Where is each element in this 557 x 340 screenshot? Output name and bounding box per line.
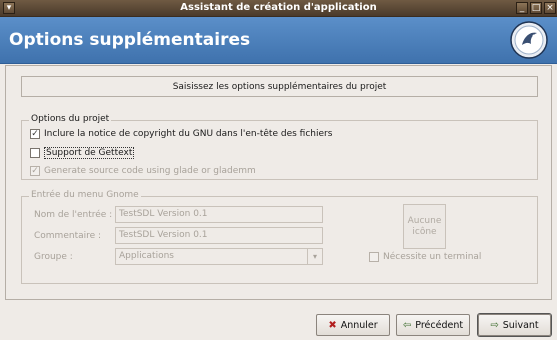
banner: Options supplémentaires <box>0 17 557 64</box>
comment-label: Commentaire : <box>34 231 102 241</box>
previous-label: Précédent <box>415 319 464 331</box>
page-title: Options supplémentaires <box>9 30 251 50</box>
next-button[interactable]: ⇨ Suivant <box>478 314 551 336</box>
cancel-button[interactable]: ✖ Annuler <box>316 314 390 336</box>
close-icon[interactable]: × <box>544 2 556 14</box>
gettext-checkbox[interactable] <box>30 148 40 158</box>
glade-checkbox-row[interactable]: ✓ Generate source code using glade or gl… <box>30 166 256 176</box>
minimize-icon[interactable]: _ <box>516 2 528 14</box>
chevron-down-icon: ▾ <box>307 249 322 264</box>
copyright-checkbox-row[interactable]: ✓ Inclure la notice de copyright du GNU … <box>30 129 332 139</box>
info-text: Saisissez les options supplémentaires du… <box>172 82 387 92</box>
next-label: Suivant <box>502 319 539 331</box>
info-box: Saisissez les options supplémentaires du… <box>21 76 538 97</box>
terminal-label: Nécessite un terminal <box>383 252 482 262</box>
entry-name-label: Nom de l'entrée : <box>34 210 113 220</box>
entry-name-value: TestSDL Version 0.1 <box>119 209 208 219</box>
arrow-right-icon: ⇨ <box>490 319 499 331</box>
comment-value: TestSDL Version 0.1 <box>119 230 208 240</box>
window-title: Assistant de création d'application <box>180 2 377 13</box>
copyright-label: Inclure la notice de copyright du GNU da… <box>44 129 333 139</box>
content-panel: Saisissez les options supplémentaires du… <box>5 65 552 300</box>
window-titlebar[interactable]: ▾ Assistant de création d'application _ … <box>0 0 557 17</box>
icon-button-label: Aucune icône <box>407 216 442 237</box>
group-value: Applications <box>119 251 174 261</box>
icon-button[interactable]: Aucune icône <box>403 204 446 249</box>
arrow-left-icon: ⇦ <box>402 319 412 331</box>
gettext-label: Support de Gettext <box>44 147 135 159</box>
glade-checkbox[interactable]: ✓ <box>30 166 40 176</box>
project-options-label: Options du projet <box>29 114 112 124</box>
gnome-menu-label: Entrée du menu Gnome <box>29 190 141 200</box>
glade-label: Generate source code using glade or glad… <box>44 166 256 176</box>
cancel-label: Annuler <box>340 319 378 331</box>
terminal-checkbox[interactable] <box>369 252 379 262</box>
copyright-checkbox[interactable]: ✓ <box>30 129 40 139</box>
gettext-checkbox-row[interactable]: Support de Gettext <box>30 147 135 159</box>
entry-name-input[interactable]: TestSDL Version 0.1 <box>115 206 323 223</box>
gnome-logo-icon <box>510 21 548 59</box>
group-label: Groupe : <box>34 252 73 262</box>
maximize-icon[interactable]: □ <box>530 2 542 14</box>
comment-input[interactable]: TestSDL Version 0.1 <box>115 227 323 244</box>
terminal-checkbox-row[interactable]: Nécessite un terminal <box>369 252 481 262</box>
cancel-icon: ✖ <box>328 319 337 331</box>
previous-button[interactable]: ⇦ Précédent <box>396 314 470 336</box>
group-select[interactable]: Applications ▾ <box>115 248 323 265</box>
